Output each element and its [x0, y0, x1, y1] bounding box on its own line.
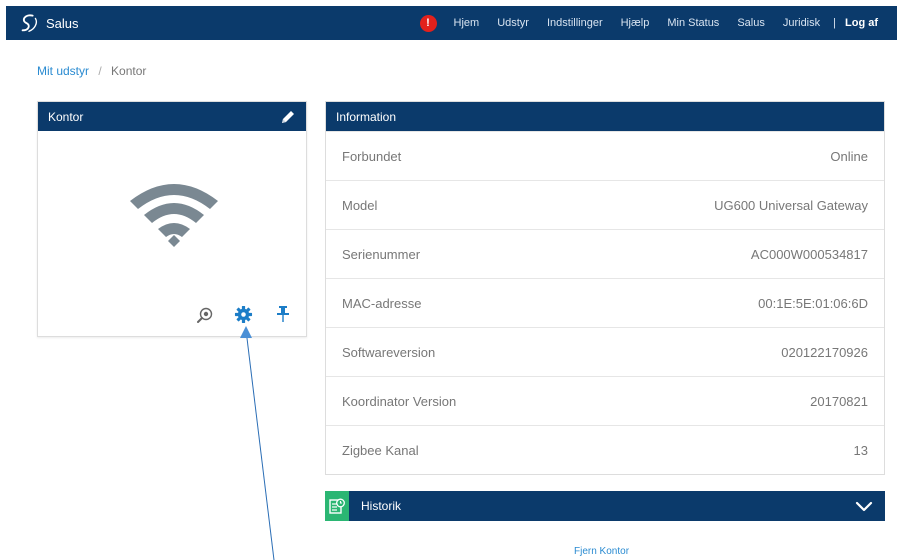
breadcrumb: Mit udstyr / Kontor — [37, 64, 146, 78]
salus-logo[interactable]: Salus — [18, 12, 79, 34]
info-row-softwareversion: Softwareversion 020122170926 — [326, 327, 884, 376]
wifi-icon — [130, 184, 218, 247]
info-row-serienummer: Serienummer AC000W000534817 — [326, 229, 884, 278]
info-value: UG600 Universal Gateway — [714, 197, 868, 213]
info-label: MAC-adresse — [342, 295, 422, 311]
pin-icon[interactable] — [276, 305, 290, 323]
nav-indstillinger[interactable]: Indstillinger — [538, 17, 612, 29]
historik-toggle[interactable]: Historik — [325, 491, 885, 521]
nav-hjaelp[interactable]: Hjælp — [612, 17, 659, 29]
nav-salus[interactable]: Salus — [728, 17, 774, 29]
info-row-mac-adresse: MAC-adresse 00:1E:5E:01:06:6D — [326, 278, 884, 327]
info-row-koordinator-version: Koordinator Version 20170821 — [326, 376, 884, 425]
info-row-model: Model UG600 Universal Gateway — [326, 180, 884, 229]
info-label: Softwareversion — [342, 344, 436, 360]
info-value: 13 — [853, 442, 868, 458]
nav-separator: | — [833, 17, 836, 29]
logout-link[interactable]: Log af — [836, 17, 887, 29]
information-panel: Information Forbundet Online Model UG600… — [325, 101, 885, 475]
history-icon — [325, 491, 349, 521]
info-label: Serienummer — [342, 246, 421, 262]
device-title: Kontor — [48, 109, 84, 124]
salus-logo-icon — [21, 14, 38, 32]
info-value: 20170821 — [810, 393, 868, 409]
top-navbar: Salus ! Hjem Udstyr Indstillinger Hjælp … — [6, 6, 897, 40]
breadcrumb-mit-udstyr[interactable]: Mit udstyr — [37, 64, 89, 78]
info-label: Koordinator Version — [342, 393, 457, 409]
pencil-icon[interactable] — [280, 109, 296, 125]
breadcrumb-separator: / — [98, 64, 102, 78]
gear-icon[interactable] — [234, 305, 253, 324]
app-name: Salus — [46, 15, 79, 31]
historik-label: Historik — [361, 499, 402, 513]
info-value: 020122170926 — [781, 344, 868, 360]
chevron-down-icon — [855, 501, 873, 512]
info-label: Zigbee Kanal — [342, 442, 419, 458]
info-row-forbundet: Forbundet Online — [326, 131, 884, 180]
remove-device-link[interactable]: Fjern Kontor — [574, 546, 629, 557]
info-label: Model — [342, 197, 378, 213]
device-card: Kontor — [37, 101, 307, 337]
info-value: AC000W000534817 — [750, 246, 868, 262]
nav-udstyr[interactable]: Udstyr — [488, 17, 538, 29]
info-value: Online — [830, 148, 868, 164]
info-label: Forbundet — [342, 148, 402, 164]
nav-min-status[interactable]: Min Status — [658, 17, 728, 29]
nav-juridisk[interactable]: Juridisk — [774, 17, 829, 29]
breadcrumb-current: Kontor — [111, 64, 147, 78]
alert-icon[interactable]: ! — [419, 14, 437, 32]
zoom-icon[interactable] — [196, 306, 214, 324]
info-row-zigbee-kanal: Zigbee Kanal 13 — [326, 425, 884, 474]
information-header: Information — [326, 102, 884, 131]
device-card-header: Kontor — [38, 102, 306, 131]
nav-hjem[interactable]: Hjem — [445, 17, 489, 29]
info-value: 00:1E:5E:01:06:6D — [758, 295, 868, 311]
